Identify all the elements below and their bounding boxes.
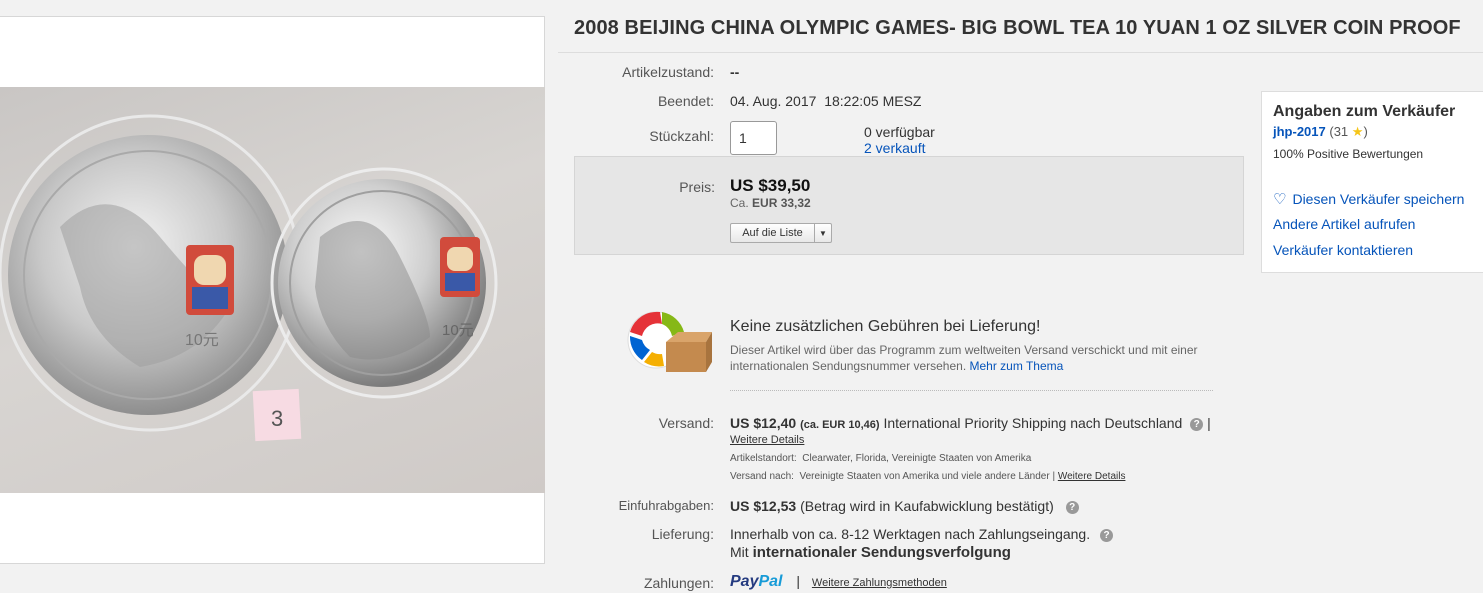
delivery-label: Lieferung: [651,526,714,542]
sticky-note-number: 3 [271,406,283,431]
delivery-text: Innerhalb von ca. 8-12 Werktagen nach Za… [730,526,1091,542]
price-label: Preis: [679,179,715,195]
import-charges-note: (Betrag wird in Kaufabwicklung bestätigt… [800,498,1054,514]
price-converted-prefix: Ca. [730,196,749,210]
price-box: Preis: US $39,50 Ca. EUR 33,32 Auf die L… [574,156,1244,255]
chevron-down-icon[interactable]: ▼ [815,224,831,242]
coins-photo-illustration: 10元 10元 3 [0,114,498,442]
shipping-converted: (ca. EUR 10,46) [800,419,880,431]
shipping-row: US $12,40 (ca. EUR 10,46) International … [730,415,1211,431]
payments-label: Zahlungen: [643,575,714,591]
add-to-watchlist-button[interactable]: Auf die Liste ▼ [730,223,832,243]
quantity-label: Stückzahl: [649,128,714,144]
import-charges-label: Einfuhrabgaben: [618,498,714,513]
quantity-sold-link[interactable]: 2 verkauft [864,140,925,156]
coin-right-denomination: 10元 [442,322,474,339]
ended-value: 04. Aug. 2017 18:22:05 MESZ [730,93,922,109]
save-seller-link[interactable]: ♡ Diesen Verkäufer speichern [1273,190,1464,208]
help-icon[interactable]: ? [1065,501,1079,514]
seller-info-box: Angaben zum Verkäufer jhp-2017 (31 ★) 10… [1261,91,1483,273]
promo-divider [730,390,1213,391]
more-payment-methods-link[interactable]: Weitere Zahlungsmethoden [812,577,947,589]
contact-seller-link[interactable]: Verkäufer kontaktieren [1273,242,1413,258]
help-icon[interactable]: ? [1190,418,1204,431]
paypal-logo: PayPal [730,573,783,590]
tracking-text: internationaler Sendungsverfolgung [752,544,1011,561]
ship-to-row: Versand nach: Vereinigte Staaten von Ame… [730,471,1126,482]
seller-positive-feedback: 100% Positive Bewertungen [1273,147,1424,161]
promo-text: Dieser Artikel wird über das Programm zu… [730,343,1198,373]
item-location-row: Artikelstandort: Clearwater, Florida, Ve… [730,453,1032,464]
shipping-details-link[interactable]: Weitere Details [730,434,804,446]
learn-more-link[interactable]: Mehr zum Thema [970,359,1064,373]
tracking-row: Mit internationaler Sendungsverfolgung [730,544,1011,561]
shipping-price: US $12,40 [730,415,797,431]
delivery-row: Innerhalb von ca. 8-12 Werktagen nach Za… [730,526,1113,542]
item-title: 2008 BEIJING CHINA OLYMPIC GAMES- BIG BO… [574,17,1461,39]
title-divider [558,52,1483,53]
product-photo[interactable]: 10元 10元 3 [0,87,545,493]
condition-value: -- [730,64,740,80]
shipping-separator: | [1207,415,1211,431]
price-converted: Ca. EUR 33,32 [730,196,811,210]
coin-left-denomination: 10元 [185,332,219,349]
quantity-available: 0 verfügbar [864,124,935,140]
global-shipping-icon [620,302,712,380]
ship-to-details-link[interactable]: Weitere Details [1058,471,1126,482]
price-converted-value: EUR 33,32 [752,196,811,210]
import-charges-price: US $12,53 [730,498,797,514]
seller-info-title: Angaben zum Verkäufer [1273,103,1456,120]
other-items-link[interactable]: Andere Artikel aufrufen [1273,216,1415,232]
seller-name-link[interactable]: jhp-2017 [1273,124,1326,139]
heart-icon: ♡ [1273,191,1287,208]
image-panel: 10元 10元 3 [0,16,545,564]
seller-name-row: jhp-2017 (31 ★) [1273,124,1368,140]
watchlist-label[interactable]: Auf die Liste [731,224,815,242]
shipping-label: Versand: [658,415,714,431]
shipping-service: International Priority Shipping nach Deu… [883,415,1183,431]
import-charges-row: US $12,53 (Betrag wird in Kaufabwicklung… [730,498,1079,514]
seller-feedback-score[interactable]: (31 ★) [1329,124,1367,139]
price-value: US $39,50 [730,176,811,195]
promo-title: Keine zusätzlichen Gebühren bei Lieferun… [730,318,1041,335]
condition-label: Artikelzustand: [622,64,714,80]
star-icon: ★ [1351,124,1364,139]
ended-label: Beendet: [657,93,714,109]
quantity-input[interactable] [730,121,777,155]
payments-row: PayPal | Weitere Zahlungsmethoden [730,573,947,590]
help-icon[interactable]: ? [1100,529,1113,542]
